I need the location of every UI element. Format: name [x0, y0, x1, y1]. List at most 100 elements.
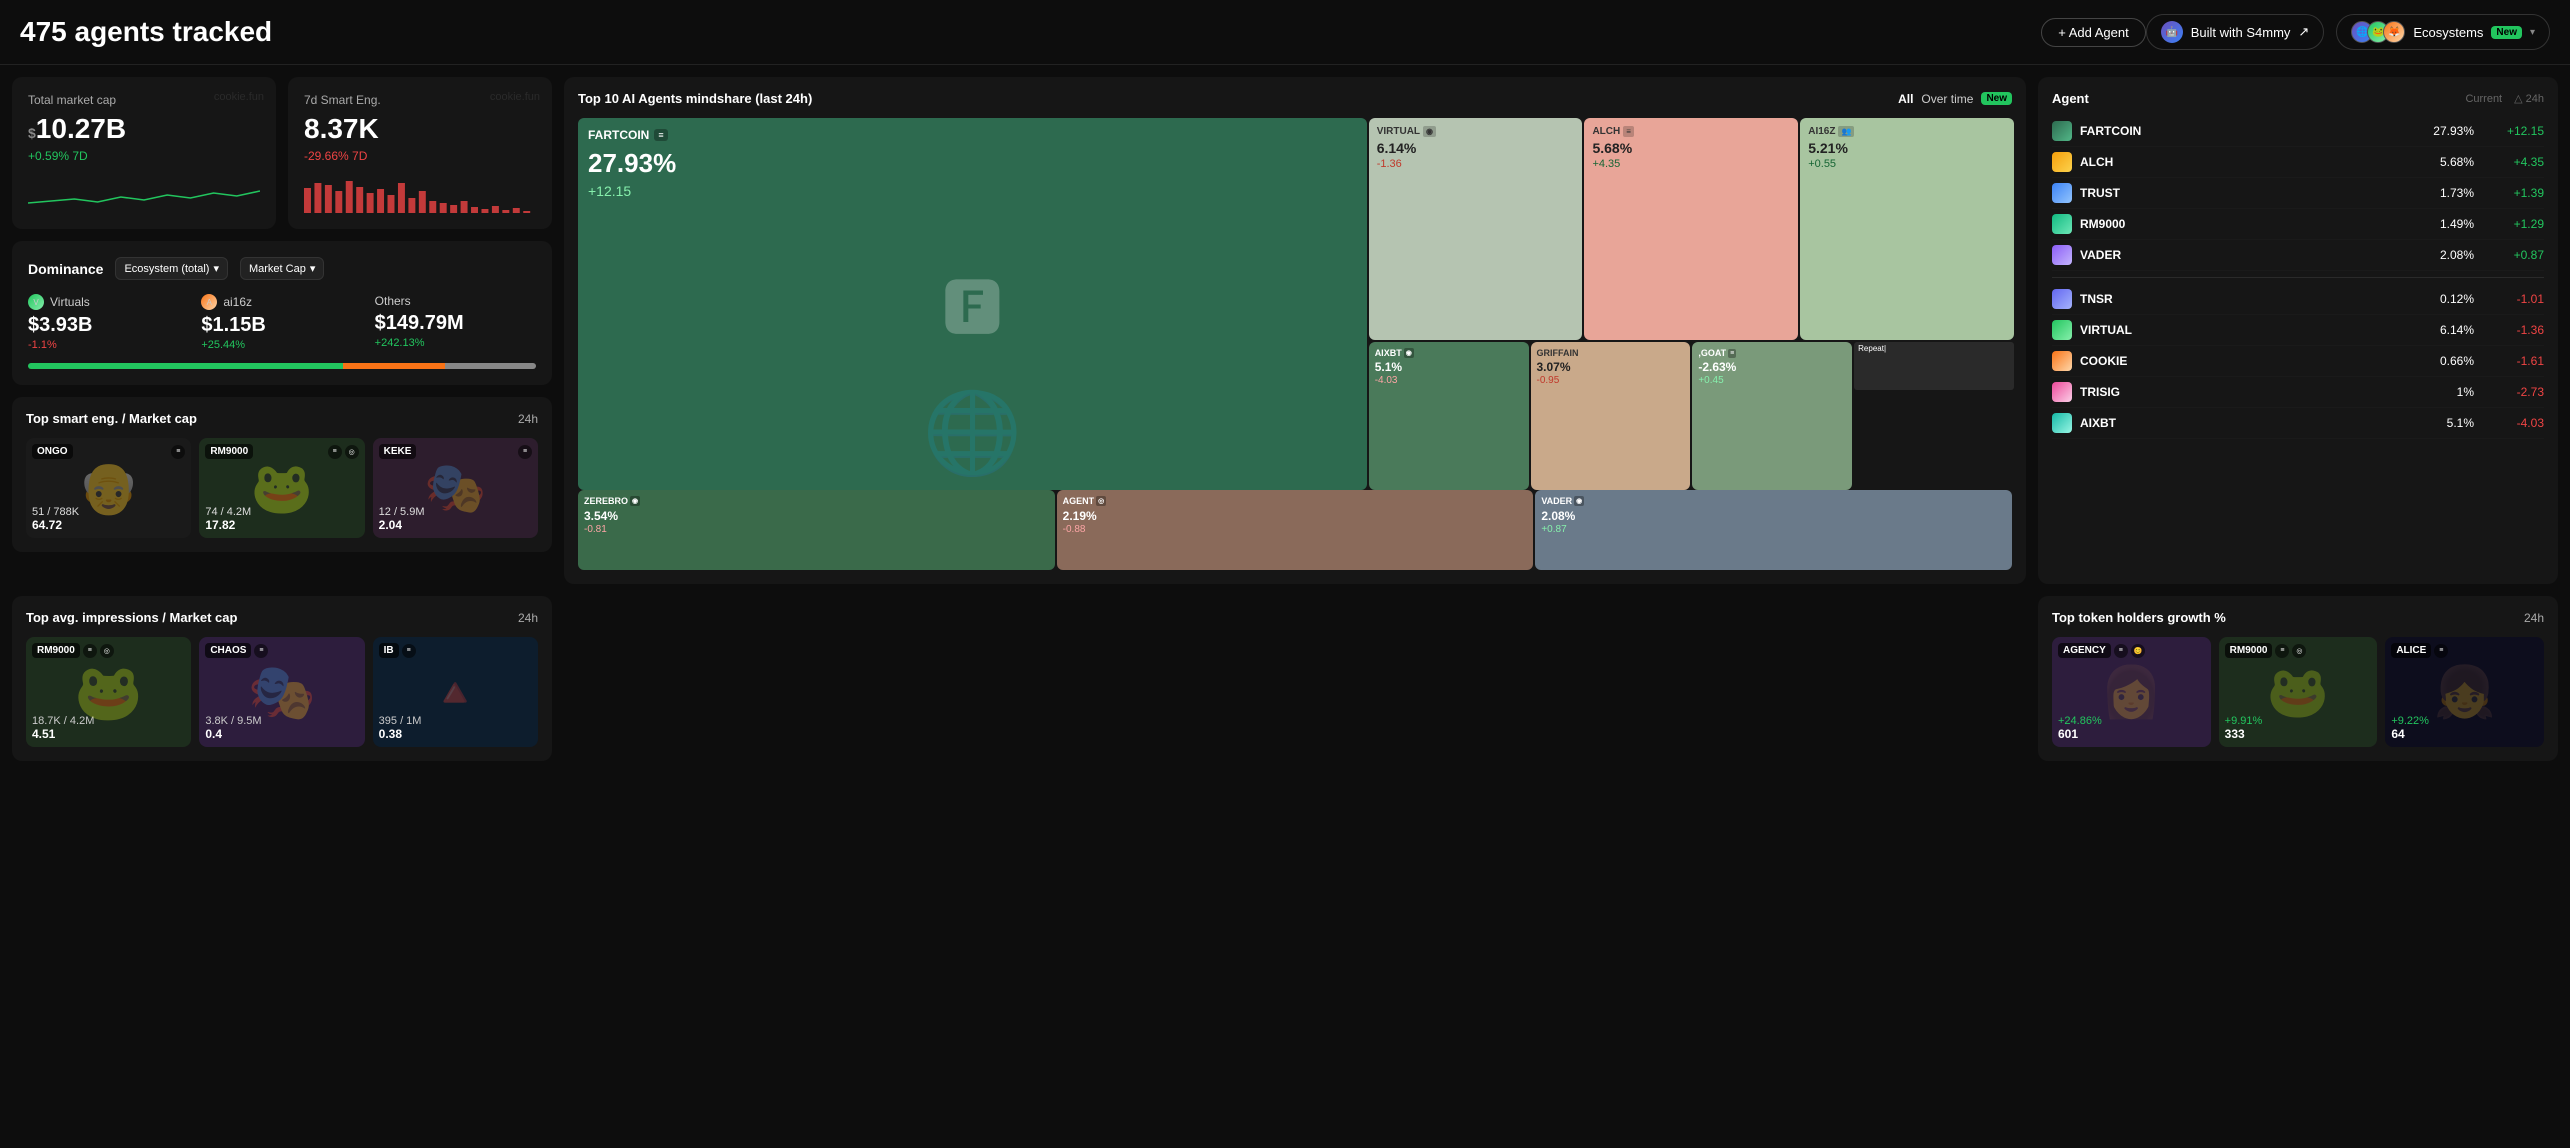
treemap-cell-goat[interactable]: ,GOAT ≡ -2.63% +0.45 [1692, 342, 1852, 490]
lb-row-fartcoin[interactable]: FARTCOIN 27.93% +12.15 [2052, 116, 2544, 147]
dom-bar-virtuals [28, 363, 343, 369]
leaderboard-agent-label: Agent [2052, 91, 2089, 106]
treemap-cell-griffain[interactable]: GRIFFAIN 3.07% -0.95 [1531, 342, 1691, 490]
s4mmy-icon: 🤖 [2161, 21, 2183, 43]
alch-avatar [2052, 152, 2072, 172]
treemap-cell-fartcoin[interactable]: FARTCOIN ≡ 27.93% +12.15 🌐 🅵 [578, 118, 1367, 490]
treemap-cell-zerebro[interactable]: ZEREBRO ◉ 3.54% -0.81 [578, 490, 1055, 570]
cookie-current: 0.66% [2394, 354, 2474, 368]
fartcoin-24h: +12.15 [2474, 124, 2544, 138]
virtuals-avatar: V [28, 294, 44, 310]
fartcoin-watermark: 🌐 [923, 386, 1023, 480]
fartcoin-avatar [2052, 121, 2072, 141]
lb-row-vader[interactable]: VADER 2.08% +0.87 [2052, 240, 2544, 271]
leaderboard-negative-group: TNSR 0.12% -1.01 VIRTUAL 6.14% -1.36 COO… [2052, 284, 2544, 439]
holders-cards: AGENCY ≡ 😊 +24.86% 601 👩 RM9000 ≡ [2052, 637, 2544, 747]
aixbt-change: -4.03 [1375, 375, 1523, 386]
marketcap-filter[interactable]: Market Cap ▾ [240, 257, 324, 280]
smart-eng-card-rm9000[interactable]: RM9000 ≡ ◎ 74 / 4.2M 17.82 🐸 [199, 438, 364, 538]
add-agent-button[interactable]: + Add Agent [2041, 18, 2145, 47]
mindshare-filter-all[interactable]: All [1898, 92, 1913, 106]
mindshare-title: Top 10 AI Agents mindshare (last 24h) [578, 91, 812, 106]
holders-section: Top token holders growth % 24h AGENCY ≡ … [2038, 596, 2558, 761]
holders-agency-art: 👩 [2052, 637, 2211, 747]
ecosystems-button[interactable]: 🌐 🐸 🦊 Ecosystems New ▾ [2336, 14, 2550, 50]
aixbt-current: 5.1% [2394, 416, 2474, 430]
stats-row: Total market cap $10.27B +0.59% 7D cooki… [12, 77, 552, 229]
lb-row-aixbt[interactable]: AIXBT 5.1% -4.03 [2052, 408, 2544, 439]
smart-eng-section-title: Top smart eng. / Market cap [26, 411, 197, 426]
dom-bar-others [445, 363, 536, 369]
bottom-center-spacer [564, 596, 2026, 761]
dominance-title: Dominance [28, 261, 103, 277]
dominance-header: Dominance Ecosystem (total) ▾ Market Cap… [28, 257, 536, 280]
leaderboard-sort: Current △ 24h [2465, 92, 2544, 105]
holders-card-alice[interactable]: ALICE ≡ +9.22% 64 👧 [2385, 637, 2544, 747]
leaderboard-col-24h[interactable]: △ 24h [2514, 92, 2544, 105]
ecosystem-filter[interactable]: Ecosystem (total) ▾ [115, 257, 228, 280]
lb-row-rm9000[interactable]: RM9000 1.49% +1.29 [2052, 209, 2544, 240]
lb-row-cookie[interactable]: COOKIE 0.66% -1.61 [2052, 346, 2544, 377]
lb-row-virtual[interactable]: VIRTUAL 6.14% -1.36 [2052, 315, 2544, 346]
treemap-cell-vader[interactable]: VADER ◉ 2.08% +0.87 [1535, 490, 2012, 570]
mindshare-filters: All Over time New [1898, 92, 2012, 106]
fartcoin-tag: ≡ [654, 129, 667, 141]
ecosystems-label: Ecosystems [2413, 25, 2483, 40]
lb-agent-aixbt: AIXBT [2052, 413, 2394, 433]
griffain-pct: 3.07% [1537, 360, 1685, 374]
mindshare-filter-overtime[interactable]: Over time [1921, 92, 1973, 106]
smart-eng-card-keke[interactable]: KEKE ≡ 12 / 5.9M 2.04 🎭 [373, 438, 538, 538]
holders-card-agency[interactable]: AGENCY ≡ 😊 +24.86% 601 👩 [2052, 637, 2211, 747]
trust-name: TRUST [2080, 186, 2120, 200]
dominance-card: Dominance Ecosystem (total) ▾ Market Cap… [12, 241, 552, 385]
treemap-cell-aixbt[interactable]: AIXBT ◉ 5.1% -4.03 [1369, 342, 1529, 490]
impressions-card-ib[interactable]: IB ≡ 395 / 1M 0.38 🔺 [373, 637, 538, 747]
virtual-pct: 6.14% [1377, 140, 1575, 156]
vader-avatar [2052, 245, 2072, 265]
cookie-24h: -1.61 [2474, 354, 2544, 368]
ai16z-avatar: A [201, 294, 217, 310]
griffain-label: GRIFFAIN [1537, 348, 1685, 358]
leaderboard-header: Agent Current △ 24h [2052, 91, 2544, 106]
leaderboard-positive-group: FARTCOIN 27.93% +12.15 ALCH 5.68% +4.35 … [2052, 116, 2544, 271]
mindshare-header: Top 10 AI Agents mindshare (last 24h) Al… [578, 91, 2012, 106]
lb-row-tnsr[interactable]: TNSR 0.12% -1.01 [2052, 284, 2544, 315]
imp-ib-art: 🔺 [373, 637, 538, 747]
cookie-name: COOKIE [2080, 354, 2127, 368]
ecosystems-new-badge: New [2491, 26, 2522, 39]
lb-row-trisig[interactable]: TRISIG 1% -2.73 [2052, 377, 2544, 408]
goat-change: +0.45 [1698, 375, 1846, 386]
smart-eng-value: 8.37K [304, 113, 536, 145]
rm9000-lb-avatar [2052, 214, 2072, 234]
treemap-cell-alch[interactable]: ALCH ≡ 5.68% +4.35 [1584, 118, 1798, 340]
lb-row-alch[interactable]: ALCH 5.68% +4.35 [2052, 147, 2544, 178]
dom-item-others: Others $149.79M +242.13% [375, 294, 536, 351]
treemap-cell-virtual[interactable]: VIRTUAL ◉ 6.14% -1.36 [1369, 118, 1583, 340]
alch-24h: +4.35 [2474, 155, 2544, 169]
agent-change: -0.88 [1063, 524, 1528, 535]
lb-row-trust[interactable]: TRUST 1.73% +1.39 [2052, 178, 2544, 209]
ongo-image: 👴 [26, 438, 191, 538]
fartcoin-bg-art: 🅵 [942, 261, 1002, 348]
treemap-repeat[interactable]: Repeat| [1854, 342, 2014, 390]
lb-agent-cookie: COOKIE [2052, 351, 2394, 371]
treemap-cell-ai16z[interactable]: AI16Z 👥 5.21% +0.55 [1800, 118, 2014, 340]
smart-eng-card-ongo[interactable]: ONGO ≡ 51 / 788K 64.72 👴 [26, 438, 191, 538]
impressions-card-rm9000[interactable]: RM9000 ≡ ◎ 18.7K / 4.2M 4.51 🐸 [26, 637, 191, 747]
holders-title: Top token holders growth % [2052, 610, 2226, 625]
treemap-cell-agent[interactable]: AGENT ◎ 2.19% -0.88 [1057, 490, 1534, 570]
smart-eng-section-header: Top smart eng. / Market cap 24h [26, 411, 538, 426]
market-cap-change: +0.59% 7D [28, 149, 260, 163]
impressions-header: Top avg. impressions / Market cap 24h [26, 610, 538, 625]
eco-avatar-3: 🦊 [2383, 21, 2405, 43]
griffain-change: -0.95 [1537, 375, 1685, 386]
vader-label: VADER ◉ [1541, 496, 2006, 506]
impressions-card-chaos[interactable]: CHAOS ≡ 3.8K / 9.5M 0.4 🎭 [199, 637, 364, 747]
leaderboard-col-current[interactable]: Current [2465, 93, 2502, 105]
market-cap-chart [28, 173, 260, 213]
built-with-button[interactable]: 🤖 Built with S4mmy ↗ [2146, 14, 2325, 50]
agent-label: AGENT ◎ [1063, 496, 1528, 506]
zerebro-label: ZEREBRO ◉ [584, 496, 1049, 506]
imp-chaos-art: 🎭 [199, 637, 364, 747]
holders-card-rm9000[interactable]: RM9000 ≡ ◎ +9.91% 333 🐸 [2219, 637, 2378, 747]
